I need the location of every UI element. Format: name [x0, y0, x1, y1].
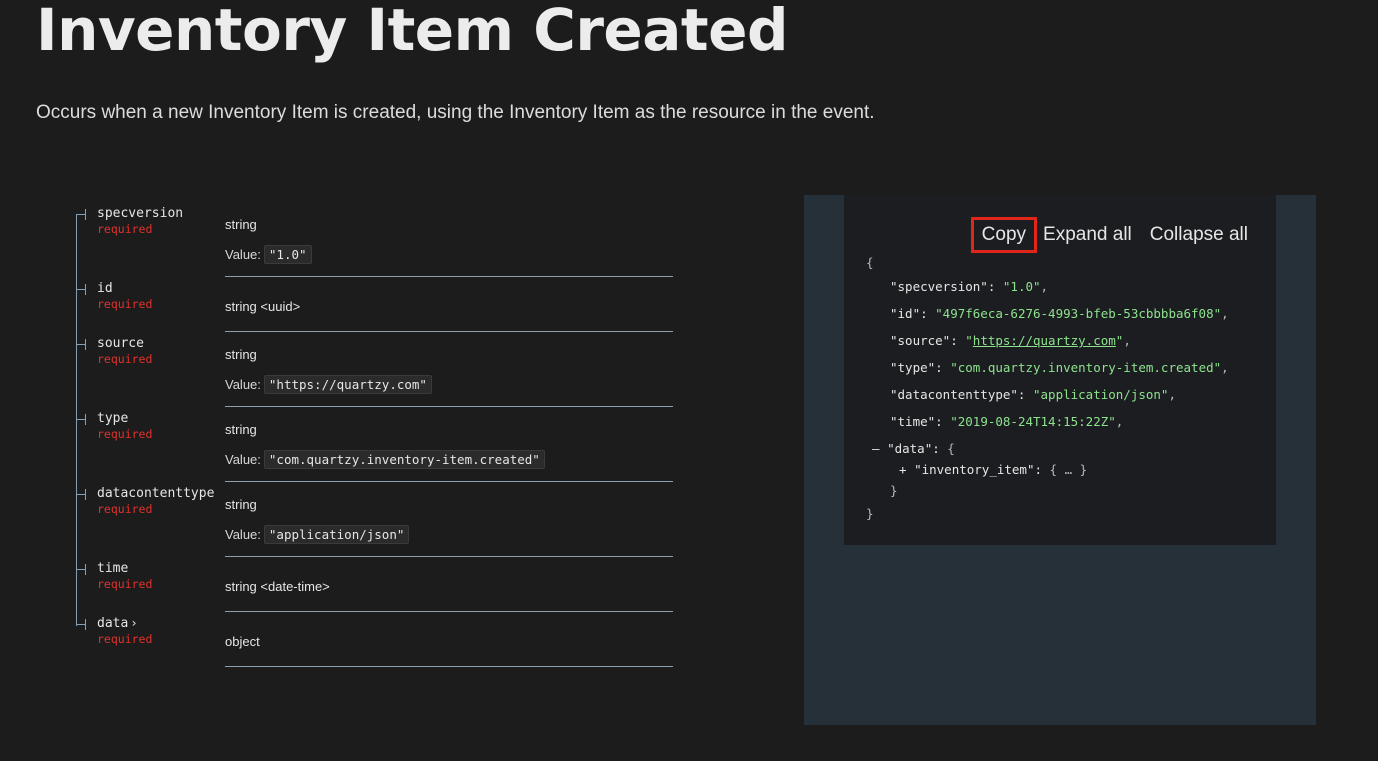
expand-toggle-icon[interactable]: +: [899, 462, 907, 477]
property-name: datacontenttype: [97, 486, 215, 501]
property-type: string: [225, 422, 257, 437]
property-row-source: source required string Value: "https://qu…: [76, 332, 676, 407]
source-link[interactable]: https://quartzy.com: [973, 333, 1116, 348]
property-name-toggle[interactable]: data ›: [97, 616, 138, 631]
json-value: "1.0": [1002, 279, 1041, 294]
json-value: "application/json": [1033, 387, 1169, 402]
property-row-type: type required string Value: "com.quartzy.…: [76, 407, 676, 482]
property-type: string <uuid>: [225, 299, 301, 314]
property-value: Value: "application/json": [225, 525, 673, 544]
property-row-data[interactable]: data › required object: [76, 612, 676, 667]
json-value: "com.quartzy.inventory-item.created": [950, 360, 1222, 375]
json-sample: Copy Expand all Collapse all { "specvers…: [844, 195, 1276, 545]
property-row-datacontenttype: datacontenttype required string Value: "a…: [76, 482, 676, 557]
required-label: required: [97, 297, 153, 311]
tree-branch: [76, 209, 86, 220]
tree-branch: [76, 489, 86, 500]
property-name: source: [97, 336, 144, 351]
property-type: string: [225, 347, 257, 362]
schema-properties: specversion required string Value: "1.0" …: [76, 202, 676, 667]
response-sample-panel: Copy Expand all Collapse all { "specvers…: [804, 195, 1316, 725]
tree-line: [76, 214, 77, 277]
json-value: "2019-08-24T14:15:22Z": [950, 414, 1116, 429]
collapse-toggle-icon[interactable]: –: [872, 441, 880, 456]
property-name: time: [97, 561, 129, 576]
collapse-all-button[interactable]: Collapse all: [1150, 224, 1248, 246]
tree-line: [76, 557, 77, 612]
property-type: string: [225, 217, 257, 232]
property-type: object: [225, 634, 260, 649]
required-label: required: [97, 222, 153, 236]
json-value: "497f6eca-6276-4993-bfeb-53cbbbba6f08": [935, 306, 1222, 321]
property-name: specversion: [97, 206, 184, 221]
property-type: string: [225, 497, 257, 512]
property-type: string <date-time>: [225, 579, 330, 594]
tree-branch: [76, 339, 86, 350]
property-row-specversion: specversion required string Value: "1.0": [76, 202, 676, 277]
required-label: required: [97, 502, 153, 516]
tree-branch: [76, 619, 86, 630]
page-description: Occurs when a new Inventory Item is crea…: [36, 102, 875, 123]
value-code: "com.quartzy.inventory-item.created": [263, 450, 545, 469]
property-name: type: [97, 411, 129, 426]
json-toolbar: Copy Expand all Collapse all: [970, 217, 1248, 253]
collapsed-object[interactable]: { … }: [1050, 462, 1088, 477]
copy-button[interactable]: Copy: [970, 217, 1038, 253]
tree-line: [76, 277, 77, 332]
required-label: required: [97, 352, 153, 366]
tree-branch: [76, 284, 86, 295]
required-label: required: [97, 427, 153, 441]
page-title: Inventory Item Created: [36, 0, 788, 64]
property-row-id: id required string <uuid>: [76, 277, 676, 332]
tree-branch: [76, 564, 86, 575]
expand-all-button[interactable]: Expand all: [1043, 224, 1132, 246]
property-value: Value: "1.0": [225, 245, 673, 264]
property-name: id: [97, 281, 113, 296]
tree-branch: [76, 414, 86, 425]
property-value: Value: "com.quartzy.inventory-item.create…: [225, 450, 673, 469]
property-row-time: time required string <date-time>: [76, 557, 676, 612]
value-code: "application/json": [263, 525, 410, 544]
value-code: "1.0": [263, 245, 312, 264]
value-code: "https://quartzy.com": [263, 375, 432, 394]
required-label: required: [97, 577, 153, 591]
chevron-right-icon: ›: [130, 616, 138, 630]
property-value: Value: "https://quartzy.com": [225, 375, 673, 394]
required-label: required: [97, 632, 153, 646]
json-code: { "specversion": "1.0", "id": "497f6eca-…: [866, 255, 1229, 521]
